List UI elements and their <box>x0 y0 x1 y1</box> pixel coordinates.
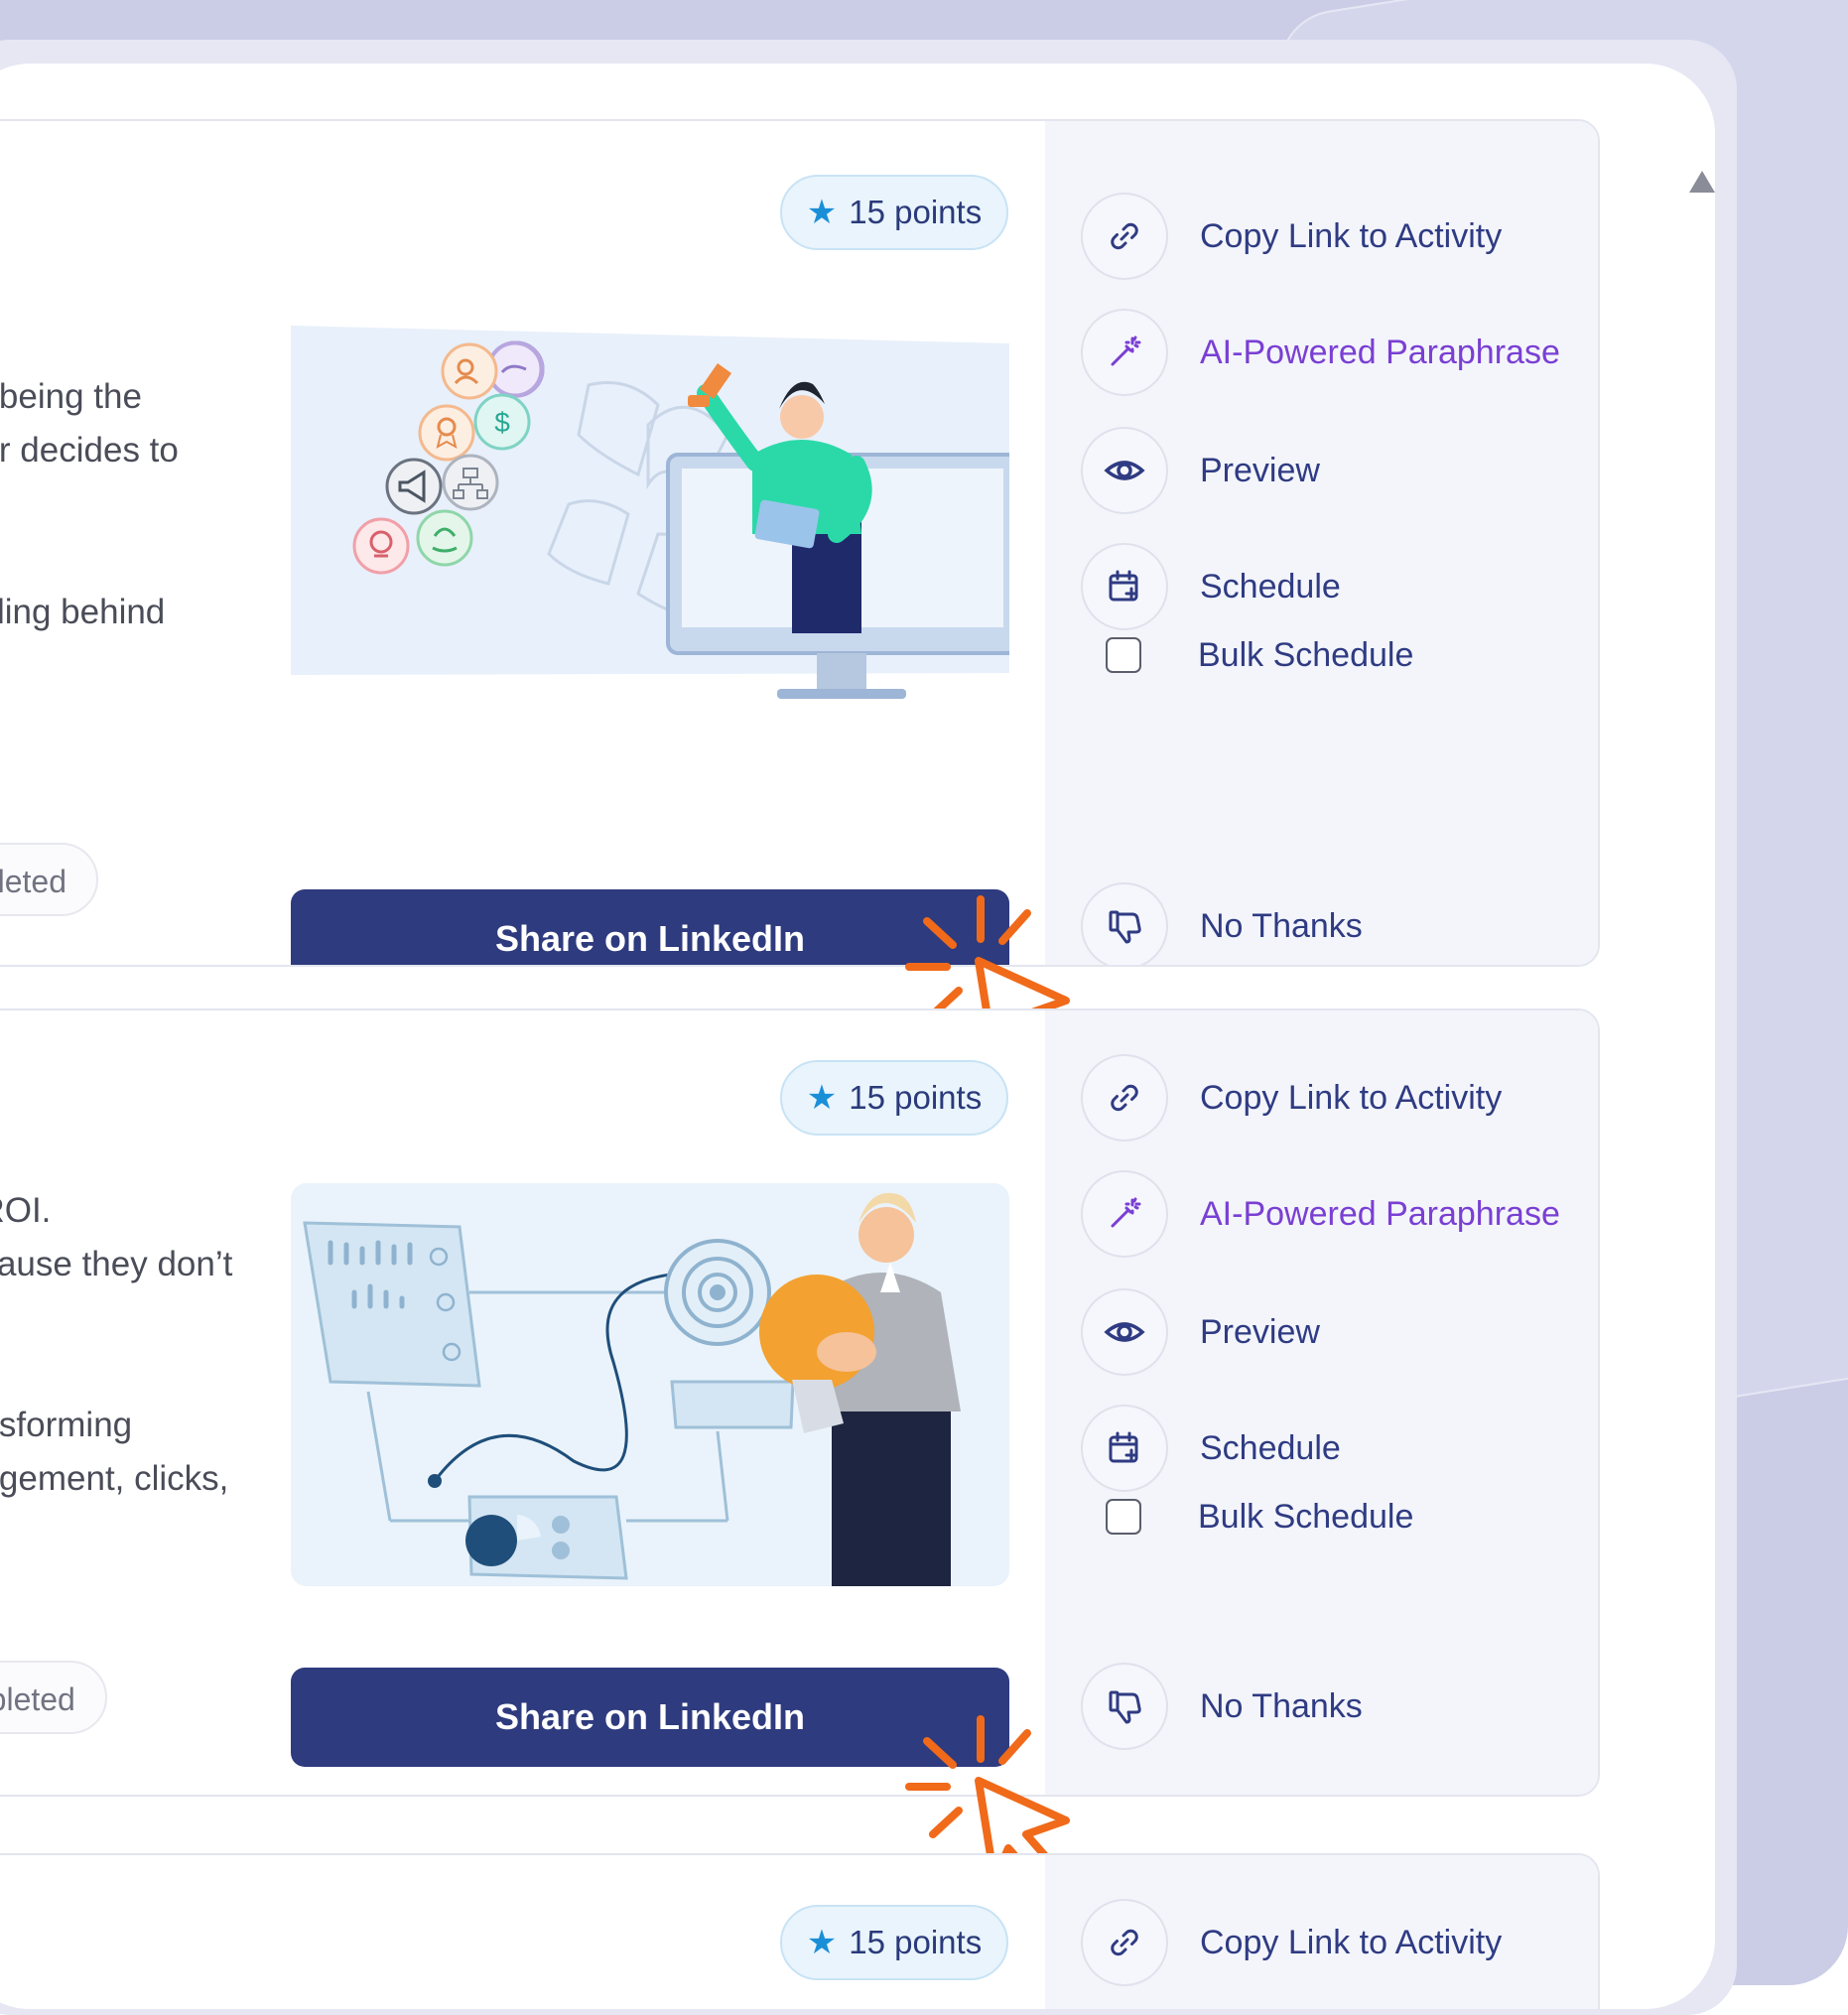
description-line: falling behind <box>0 593 166 631</box>
scroll-up-arrow-icon[interactable] <box>1689 171 1715 193</box>
magic-wand-icon <box>1081 1170 1168 1258</box>
copy-link-label: Copy Link to Activity <box>1200 216 1503 255</box>
schedule-label: Schedule <box>1200 567 1341 605</box>
description-line: t ROI. <box>0 1191 52 1230</box>
ai-paraphrase-label: AI-Powered Paraphrase <box>1200 1194 1560 1233</box>
bulk-schedule-checkbox[interactable]: Bulk Schedule <box>1106 1497 1413 1537</box>
copy-link-action[interactable]: Copy Link to Activity <box>1081 1052 1502 1143</box>
no-thanks-label: No Thanks <box>1200 906 1363 945</box>
star-icon: ★ <box>806 1079 838 1117</box>
eye-icon <box>1081 1288 1168 1376</box>
preview-action[interactable]: Preview <box>1081 1286 1320 1378</box>
preview-label: Preview <box>1200 451 1320 489</box>
calendar-add-icon <box>1081 1405 1168 1492</box>
status-badge: npleted <box>0 843 98 916</box>
activity-content: ★ 15 points ut being the ner decides to … <box>0 121 1045 965</box>
points-badge: ★ 15 points <box>780 175 1008 250</box>
bulk-schedule-label: Bulk Schedule <box>1198 635 1414 674</box>
activity-actions-panel: Copy Link to Activity AI-Powered Paraphr… <box>1045 1010 1598 1795</box>
svg-text:$: $ <box>494 407 510 438</box>
description-line: gagement, clicks, <box>0 1459 229 1498</box>
checkbox[interactable] <box>1106 637 1141 673</box>
points-badge: ★ 15 points <box>780 1905 1008 1980</box>
copy-link-label: Copy Link to Activity <box>1200 1923 1503 1961</box>
link-icon <box>1081 1899 1168 1986</box>
activity-card: ★ 15 points Copy Link to Activity <box>0 1853 1600 2009</box>
activity-feed-panel: ★ 15 points ut being the ner decides to … <box>0 64 1715 2009</box>
thumbs-down-icon <box>1081 1663 1168 1750</box>
share-on-linkedin-button[interactable]: Share on LinkedIn <box>291 889 1009 965</box>
share-on-linkedin-button[interactable]: Share on LinkedIn <box>291 1668 1009 1767</box>
copy-link-label: Copy Link to Activity <box>1200 1078 1503 1117</box>
schedule-action[interactable]: Schedule <box>1081 541 1341 632</box>
schedule-action[interactable]: Schedule <box>1081 1403 1341 1494</box>
schedule-label: Schedule <box>1200 1428 1341 1467</box>
ai-paraphrase-action[interactable]: AI-Powered Paraphrase <box>1081 1168 1560 1260</box>
ai-paraphrase-label: AI-Powered Paraphrase <box>1200 333 1560 371</box>
activity-actions-panel: Copy Link to Activity AI-Powered Paraphr… <box>1045 121 1598 965</box>
no-thanks-label: No Thanks <box>1200 1686 1363 1725</box>
copy-link-action[interactable]: Copy Link to Activity <box>1081 191 1502 282</box>
description-line: ansforming <box>0 1406 133 1444</box>
link-icon <box>1081 1054 1168 1142</box>
activity-content: ★ 15 points t ROI. ecause they don’t ans… <box>0 1010 1045 1795</box>
eye-icon <box>1081 427 1168 514</box>
activity-actions-panel: Copy Link to Activity <box>1045 1855 1598 2009</box>
magic-wand-icon <box>1081 309 1168 396</box>
activity-card: ★ 15 points ut being the ner decides to … <box>0 119 1600 967</box>
preview-action[interactable]: Preview <box>1081 425 1320 516</box>
status-badge: mpleted <box>0 1661 107 1734</box>
description-line: ecause they don’t <box>0 1245 233 1283</box>
thumbs-down-icon <box>1081 882 1168 965</box>
activity-illustration <box>291 1183 1009 1586</box>
star-icon: ★ <box>806 1924 838 1961</box>
ai-paraphrase-action[interactable]: AI-Powered Paraphrase <box>1081 307 1560 398</box>
no-thanks-action[interactable]: No Thanks <box>1081 1661 1363 1752</box>
bulk-schedule-label: Bulk Schedule <box>1198 1497 1414 1536</box>
copy-link-action[interactable]: Copy Link to Activity <box>1081 1897 1502 1988</box>
activity-content: ★ 15 points <box>0 1855 1045 2009</box>
description-line: ut being the <box>0 377 142 416</box>
bulk-schedule-checkbox[interactable]: Bulk Schedule <box>1106 635 1413 675</box>
star-icon: ★ <box>806 194 838 231</box>
link-icon <box>1081 193 1168 280</box>
preview-label: Preview <box>1200 1312 1320 1351</box>
activity-illustration: $ <box>291 326 1009 723</box>
points-badge: ★ 15 points <box>780 1060 1008 1136</box>
activity-card: ★ 15 points t ROI. ecause they don’t ans… <box>0 1008 1600 1797</box>
checkbox[interactable] <box>1106 1499 1141 1535</box>
description-line: ner decides to <box>0 431 179 470</box>
no-thanks-action[interactable]: No Thanks <box>1081 880 1363 965</box>
calendar-add-icon <box>1081 543 1168 630</box>
